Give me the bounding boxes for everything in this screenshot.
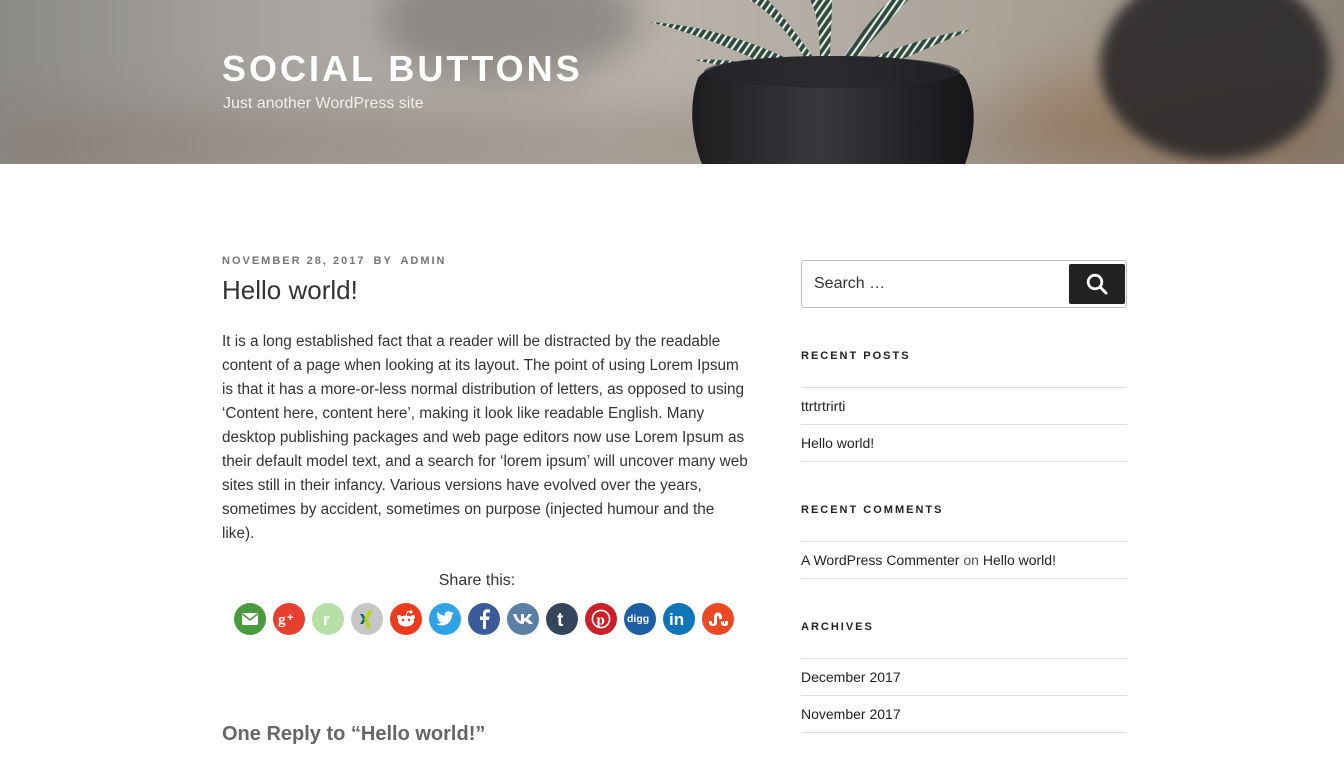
- share-pinterest-button[interactable]: p: [585, 603, 617, 635]
- share-label: Share this:: [438, 572, 516, 589]
- search-icon: [1086, 273, 1108, 295]
- comment-on-label: on: [963, 552, 979, 568]
- site-header: SOCIAL BUTTONS Just another WordPress si…: [0, 0, 1344, 164]
- recent-comments-title: RECENT COMMENTS: [801, 504, 944, 516]
- recent-comments-list: A WordPress Commenter on Hello world!: [801, 541, 1127, 579]
- list-item: Hello world!: [801, 425, 1127, 462]
- svg-text:p: p: [597, 613, 605, 629]
- post-date[interactable]: NOVEMBER 28, 2017: [222, 255, 365, 267]
- svg-text:r: r: [323, 610, 330, 628]
- digg-icon: digg: [627, 613, 649, 625]
- share-tumblr-button[interactable]: t: [546, 603, 578, 635]
- recent-posts-title: RECENT POSTS: [801, 350, 911, 362]
- share-google-plus-button[interactable]: g +: [273, 603, 305, 635]
- twitter-bird-icon: [436, 611, 454, 626]
- svg-text:digg: digg: [627, 613, 649, 625]
- share-linkedin-button[interactable]: in: [663, 603, 695, 635]
- list-item: November 2017: [801, 696, 1127, 733]
- post-author[interactable]: ADMIN: [400, 255, 446, 267]
- site-description: Just another WordPress site: [223, 95, 424, 112]
- share-twitter-button[interactable]: [429, 603, 461, 635]
- list-item: A WordPress Commenter on Hello world!: [801, 542, 1127, 579]
- share-buttons: g + r t p digg in: [234, 603, 744, 635]
- share-facebook-button[interactable]: [468, 603, 500, 635]
- search-input[interactable]: [802, 261, 1066, 307]
- search-form: [801, 260, 1127, 308]
- share-renren-button[interactable]: r: [312, 603, 344, 635]
- recent-post-link[interactable]: Hello world!: [801, 435, 874, 451]
- share-xing-button[interactable]: [351, 603, 383, 635]
- comment-post-link[interactable]: Hello world!: [983, 552, 1056, 568]
- share-reddit-button[interactable]: [390, 603, 422, 635]
- envelope-icon: [242, 613, 258, 625]
- stumbleupon-icon: [709, 612, 728, 626]
- xing-icon: [360, 610, 373, 628]
- svg-text:+: +: [287, 612, 293, 624]
- recent-posts-list: ttrtrtrirti Hello world!: [801, 387, 1127, 462]
- svg-text:in: in: [669, 610, 684, 628]
- archives-title: ARCHIVES: [801, 621, 874, 633]
- reddit-icon: [397, 610, 415, 627]
- svg-text:t: t: [557, 610, 564, 629]
- post-content: It is a long established fact that a rea…: [222, 333, 748, 542]
- google-plus-icon: g +: [278, 612, 293, 627]
- linkedin-icon: in: [669, 610, 684, 628]
- archive-link[interactable]: November 2017: [801, 706, 901, 722]
- site-title[interactable]: SOCIAL BUTTONS: [222, 48, 583, 90]
- post-meta: NOVEMBER 28, 2017 BY ADMIN: [222, 255, 447, 267]
- list-item: ttrtrtrirti: [801, 388, 1127, 425]
- archive-link[interactable]: December 2017: [801, 669, 901, 685]
- share-email-button[interactable]: [234, 603, 266, 635]
- share-vk-button[interactable]: [507, 603, 539, 635]
- vk-icon: [513, 614, 533, 624]
- comment-author-link[interactable]: A WordPress Commenter: [801, 552, 959, 568]
- svg-text:g: g: [278, 612, 286, 627]
- archives-list: December 2017 November 2017: [801, 658, 1127, 733]
- header-plant-image: [650, 0, 974, 164]
- pinterest-icon: p: [591, 609, 611, 629]
- share-stumbleupon-button[interactable]: [702, 603, 734, 635]
- post-title: Hello world!: [222, 275, 358, 305]
- renren-icon: r: [323, 610, 330, 628]
- search-button[interactable]: [1069, 264, 1125, 304]
- tumblr-icon: t: [557, 610, 564, 629]
- post-meta-by: BY: [373, 255, 393, 267]
- recent-post-link[interactable]: ttrtrtrirti: [801, 398, 845, 414]
- facebook-icon: [480, 609, 490, 629]
- share-digg-button[interactable]: digg: [624, 603, 656, 635]
- list-item: December 2017: [801, 659, 1127, 696]
- comments-title: One Reply to “Hello world!”: [222, 723, 486, 745]
